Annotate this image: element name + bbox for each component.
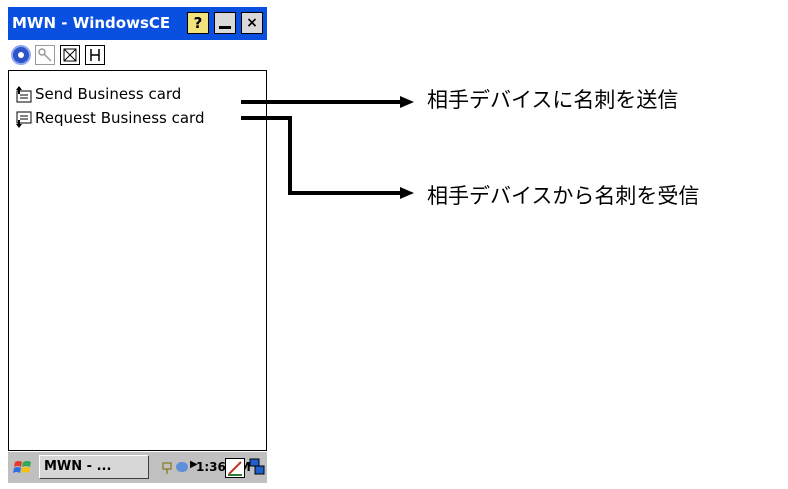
- send-arrow-icon: [400, 96, 414, 108]
- annotation-send: 相手デバイスに名刺を送信: [427, 88, 679, 112]
- callout-lines: [241, 96, 414, 199]
- request-callout-line: [241, 116, 400, 195]
- annotation-request: 相手デバイスから名刺を受信: [427, 184, 700, 208]
- request-arrow-icon: [400, 187, 414, 199]
